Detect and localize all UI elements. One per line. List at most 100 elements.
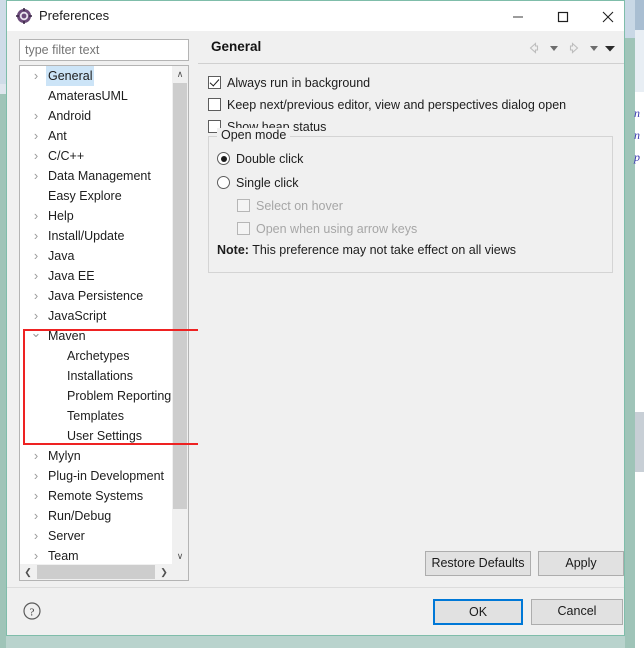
tree-item-label: Team xyxy=(48,549,79,563)
chevron-right-icon[interactable]: › xyxy=(30,286,42,306)
open-mode-legend: Open mode xyxy=(217,128,291,142)
chevron-right-icon[interactable]: › xyxy=(30,486,42,506)
tree-item-remote-systems[interactable]: › Remote Systems xyxy=(20,486,172,506)
tree-item-general[interactable]: › General xyxy=(20,66,172,86)
scroll-up-arrow[interactable]: ∧ xyxy=(172,66,188,82)
chevron-right-icon[interactable]: › xyxy=(30,106,42,126)
note-text: This preference may not take effect on a… xyxy=(252,243,516,257)
tree-item-java[interactable]: › Java xyxy=(20,246,172,266)
tree-item-label: Java Persistence xyxy=(48,289,144,303)
chevron-right-icon[interactable]: › xyxy=(30,526,42,546)
page-body: Always run in background Keep next/previ… xyxy=(198,64,624,581)
tree-item-label: Run/Debug xyxy=(48,509,112,523)
chevron-right-icon[interactable]: › xyxy=(30,466,42,486)
filter-input[interactable] xyxy=(19,39,189,61)
tree-item-problem-reporting[interactable]: Problem Reporting xyxy=(20,386,172,406)
tree-item-label: JavaScript xyxy=(48,309,107,323)
checkbox-box[interactable] xyxy=(208,76,221,89)
chevron-right-icon[interactable]: › xyxy=(30,546,42,566)
tree-item-label: Plug-in Development xyxy=(48,469,165,483)
tree-item-label: Mylyn xyxy=(48,449,81,463)
tree-item-label: General xyxy=(46,66,95,86)
tree-item-label: User Settings xyxy=(67,429,143,443)
chevron-right-icon[interactable]: › xyxy=(30,126,42,146)
note-prefix: Note: xyxy=(217,243,249,257)
tree-item-install-update[interactable]: › Install/Update xyxy=(20,226,172,246)
tree-item-templates[interactable]: Templates xyxy=(20,406,172,426)
chevron-right-icon[interactable]: › xyxy=(30,446,42,466)
tree-item-c-c[interactable]: › C/C++ xyxy=(20,146,172,166)
checkbox-label: Open when using arrow keys xyxy=(256,222,418,236)
tree-item-user-settings[interactable]: User Settings xyxy=(20,426,172,446)
tree-item-easy-explore[interactable]: Easy Explore xyxy=(20,186,172,206)
dialog-title: Preferences xyxy=(39,8,110,23)
chevron-right-icon[interactable]: › xyxy=(30,146,42,166)
radio-circle[interactable] xyxy=(217,152,230,165)
tree-item-java-ee[interactable]: › Java EE xyxy=(20,266,172,286)
backdrop-code-fragment: p xyxy=(634,150,640,164)
tree-item-label: Installations xyxy=(67,369,134,383)
chevron-right-icon[interactable]: › xyxy=(30,246,42,266)
tree-item-installations[interactable]: Installations xyxy=(20,366,172,386)
checkbox-box xyxy=(237,222,250,235)
tree-item-mylyn[interactable]: › Mylyn xyxy=(20,446,172,466)
tree-item-data-management[interactable]: › Data Management xyxy=(20,166,172,186)
chevron-right-icon[interactable]: › xyxy=(30,66,42,86)
view-menu-chevron-down-icon[interactable] xyxy=(602,40,618,56)
checkbox-box xyxy=(237,199,250,212)
tree-item-label: Help xyxy=(48,209,74,223)
back-dropdown-chevron-down-icon[interactable] xyxy=(546,40,562,56)
help-question-icon[interactable]: ? xyxy=(22,601,42,621)
apply-button[interactable]: Apply xyxy=(538,551,624,576)
tree-item-archetypes[interactable]: Archetypes xyxy=(20,346,172,366)
close-button[interactable] xyxy=(587,1,632,30)
scrollbar-thumb[interactable] xyxy=(37,565,155,579)
preference-tree-list: › General AmaterasUML › Android › Ant › C/C++ › Da… xyxy=(20,66,172,566)
preference-tree[interactable]: › General AmaterasUML › Android › Ant › C/C++ › Da… xyxy=(19,65,189,581)
backdrop-code-fragment: n xyxy=(634,106,640,120)
scroll-down-arrow[interactable]: ∨ xyxy=(172,548,188,564)
tree-vertical-scrollbar[interactable]: ∧ ∨ xyxy=(172,66,188,564)
tree-item-javascript[interactable]: › JavaScript xyxy=(20,306,172,326)
open-mode-note: Note: This preference may not take effec… xyxy=(217,243,516,257)
tree-item-run-debug[interactable]: › Run/Debug xyxy=(20,506,172,526)
tree-item-label: Android xyxy=(48,109,92,123)
chevron-right-icon[interactable]: › xyxy=(30,166,42,186)
forward-arrow-icon[interactable] xyxy=(566,40,582,56)
cancel-button[interactable]: Cancel xyxy=(531,599,623,625)
tree-item-amaterasuml[interactable]: AmaterasUML xyxy=(20,86,172,106)
chevron-down-icon[interactable]: ⌄ xyxy=(30,326,42,346)
tree-item-ant[interactable]: › Ant xyxy=(20,126,172,146)
maximize-button[interactable] xyxy=(542,1,587,30)
tree-item-help[interactable]: › Help xyxy=(20,206,172,226)
tree-item-label: Easy Explore xyxy=(48,189,122,203)
chevron-right-icon[interactable]: › xyxy=(30,226,42,246)
tree-horizontal-scrollbar[interactable]: ❮ ❯ xyxy=(20,564,188,580)
tree-item-plug-in-development[interactable]: › Plug-in Development xyxy=(20,466,172,486)
radio-circle[interactable] xyxy=(217,176,230,189)
back-arrow-icon[interactable] xyxy=(526,40,542,56)
tree-item-team[interactable]: › Team xyxy=(20,546,172,566)
page-title: General xyxy=(211,39,262,54)
chevron-right-icon[interactable]: › xyxy=(30,306,42,326)
restore-defaults-button[interactable]: Restore Defaults xyxy=(425,551,531,576)
scroll-right-arrow[interactable]: ❯ xyxy=(156,564,172,580)
tree-item-java-persistence[interactable]: › Java Persistence xyxy=(20,286,172,306)
preferences-gear-icon xyxy=(16,8,32,24)
ok-button[interactable]: OK xyxy=(433,599,523,625)
chevron-right-icon[interactable]: › xyxy=(30,506,42,526)
scroll-left-arrow[interactable]: ❮ xyxy=(20,564,36,580)
tree-item-server[interactable]: › Server xyxy=(20,526,172,546)
tree-item-maven[interactable]: ⌄ Maven xyxy=(20,326,172,346)
backdrop-code-fragment: n xyxy=(634,128,640,142)
checkbox-box[interactable] xyxy=(208,98,221,111)
preferences-dialog: Preferences ›GeneralAmaterasUML›Android›… xyxy=(6,0,625,636)
minimize-button[interactable] xyxy=(497,1,542,30)
forward-dropdown-chevron-down-icon[interactable] xyxy=(586,40,602,56)
tree-item-label: C/C++ xyxy=(48,149,85,163)
scrollbar-thumb[interactable] xyxy=(173,83,187,509)
chevron-right-icon[interactable]: › xyxy=(30,266,42,286)
backdrop-band xyxy=(635,472,644,648)
tree-item-android[interactable]: › Android xyxy=(20,106,172,126)
chevron-right-icon[interactable]: › xyxy=(30,206,42,226)
